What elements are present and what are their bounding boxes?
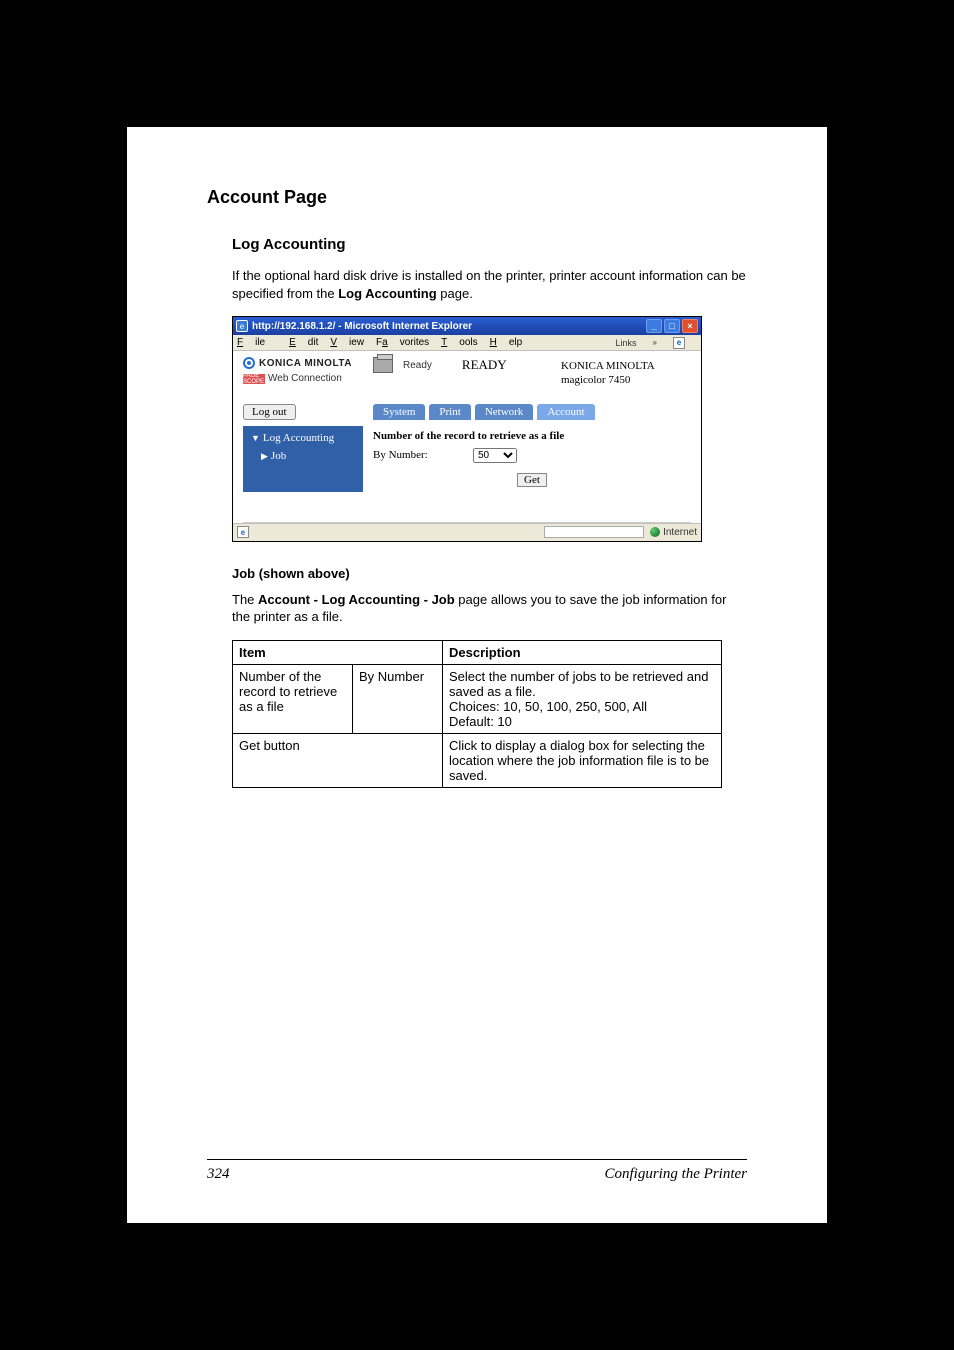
- window-title: http://192.168.1.2/ - Microsoft Internet…: [252, 321, 646, 332]
- tab-system[interactable]: System: [373, 404, 425, 420]
- browser-statusbar: e Internet: [233, 523, 701, 541]
- intro-bold: Log Accounting: [338, 286, 436, 301]
- desc-line: Select the number of jobs to be retrieve…: [449, 669, 715, 699]
- job-heading: Job (shown above): [232, 566, 747, 581]
- by-number-label: By Number:: [373, 449, 473, 461]
- table-row: Number of the record to retrieve as a fi…: [233, 664, 722, 733]
- statusbar-zone-label: Internet: [663, 527, 697, 538]
- tab-network[interactable]: Network: [475, 404, 534, 420]
- triangle-down-icon: ▼: [251, 433, 260, 443]
- statusbar-page-icon: e: [237, 526, 249, 538]
- konica-minolta-logo-icon: [243, 357, 255, 369]
- th-description: Description: [443, 640, 722, 664]
- intro-text-2: page.: [437, 286, 473, 301]
- sidebar-header-log-accounting[interactable]: ▼Log Accounting: [251, 432, 355, 444]
- intro-paragraph: If the optional hard disk drive is insta…: [232, 267, 747, 302]
- window-close-button[interactable]: ×: [682, 319, 698, 333]
- printer-icon: [373, 357, 393, 373]
- links-label[interactable]: Links: [616, 338, 637, 348]
- desc-line: Default: 10: [449, 714, 715, 729]
- logout-button[interactable]: Log out: [243, 404, 296, 420]
- cell-subitem-1: By Number: [353, 664, 443, 733]
- status-big: READY: [462, 357, 507, 373]
- job-description: The Account - Log Accounting - Job page …: [232, 591, 747, 626]
- brand-name: KONICA MINOLTA: [259, 358, 352, 369]
- statusbar-progress: [544, 526, 644, 538]
- table-row: Get button Click to display a dialog box…: [233, 733, 722, 787]
- job-desc-bold: Account - Log Accounting - Job: [258, 592, 455, 607]
- ie-throbber-icon: e: [673, 337, 685, 349]
- window-titlebar: e http://192.168.1.2/ - Microsoft Intern…: [233, 317, 701, 335]
- browser-menubar: File Edit View Favorites Tools Help Link…: [233, 335, 701, 351]
- menu-favorites[interactable]: Favorites: [376, 337, 429, 348]
- menu-file[interactable]: File: [237, 337, 277, 348]
- subsection-title: Log Accounting: [232, 236, 747, 253]
- menu-edit[interactable]: Edit: [289, 337, 318, 348]
- menu-view[interactable]: View: [330, 337, 364, 348]
- window-minimize-button[interactable]: _: [646, 319, 662, 333]
- intro-text-1: If the optional hard disk drive is insta…: [232, 268, 746, 301]
- links-chevron-icon[interactable]: »: [653, 338, 657, 347]
- footer-title: Configuring the Printer: [605, 1166, 748, 1183]
- model-line2: magicolor 7450: [561, 373, 691, 387]
- desc-line: Choices: 10, 50, 100, 250, 500, All: [449, 699, 715, 714]
- page-number: 324: [207, 1166, 230, 1183]
- job-desc-1: The: [232, 592, 258, 607]
- cell-item-1: Number of the record to retrieve as a fi…: [233, 664, 353, 733]
- sidebar: ▼Log Accounting ▶Job: [243, 426, 363, 492]
- sidebar-item-job[interactable]: ▶Job: [251, 450, 355, 462]
- pagescope-label: Web Connection: [268, 373, 342, 384]
- status-small: Ready: [403, 360, 432, 371]
- brand-logo-row: KONICA MINOLTA: [243, 357, 373, 369]
- cell-desc-1: Select the number of jobs to be retrieve…: [443, 664, 722, 733]
- triangle-right-icon: ▶: [261, 451, 268, 461]
- menu-tools[interactable]: Tools: [441, 337, 477, 348]
- internet-zone-icon: [650, 527, 660, 537]
- th-item: Item: [233, 640, 443, 664]
- pagescope-row: PAGE SCOPE Web Connection: [243, 373, 373, 384]
- menu-help[interactable]: Help: [490, 337, 523, 348]
- by-number-select[interactable]: 50: [473, 448, 517, 463]
- ie-icon: e: [236, 320, 248, 332]
- window-maximize-button[interactable]: □: [664, 319, 680, 333]
- model-line1: KONICA MINOLTA: [561, 359, 691, 373]
- get-button[interactable]: Get: [517, 473, 547, 487]
- cell-item-2: Get button: [233, 733, 443, 787]
- cell-desc-2: Click to display a dialog box for select…: [443, 733, 722, 787]
- tab-account[interactable]: Account: [537, 404, 594, 420]
- pagescope-icon: PAGE SCOPE: [243, 374, 265, 384]
- panel-title: Number of the record to retrieve as a fi…: [373, 430, 691, 442]
- section-title: Account Page: [207, 187, 747, 208]
- tab-print[interactable]: Print: [429, 404, 470, 420]
- info-table: Item Description Number of the record to…: [232, 640, 722, 788]
- browser-screenshot: e http://192.168.1.2/ - Microsoft Intern…: [232, 316, 702, 542]
